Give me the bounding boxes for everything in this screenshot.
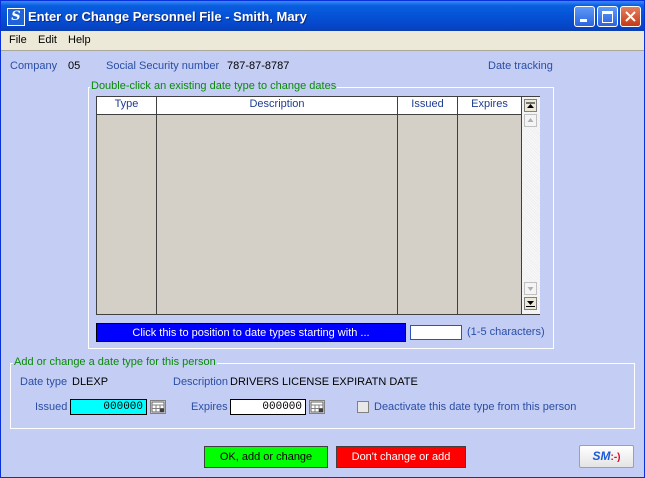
sm-logo-button[interactable]: SM:-) bbox=[579, 445, 634, 468]
description-value: DRIVERS LICENSE EXPIRATN DATE bbox=[230, 376, 418, 388]
col-header-issued[interactable]: Issued bbox=[398, 98, 457, 110]
scroll-up-icon bbox=[527, 118, 534, 122]
calendar-icon bbox=[151, 401, 165, 413]
expires-label: Expires bbox=[191, 401, 228, 413]
scroll-down-icon bbox=[527, 287, 534, 291]
maximize-button[interactable] bbox=[597, 6, 618, 27]
calendar-icon bbox=[310, 401, 324, 413]
menu-bar: File Edit Help bbox=[1, 31, 644, 51]
grid-scrollbar[interactable] bbox=[521, 97, 540, 314]
dont-change-button[interactable]: Don't change or add bbox=[336, 446, 466, 468]
menu-edit[interactable]: Edit bbox=[38, 34, 57, 46]
scroll-top-icon bbox=[526, 102, 535, 108]
menu-help[interactable]: Help bbox=[68, 34, 91, 46]
date-type-label: Date type bbox=[20, 376, 68, 388]
company-value: 05 bbox=[68, 60, 81, 72]
sm-smile-text: :-) bbox=[610, 452, 621, 463]
date-type-value: DLEXP bbox=[72, 376, 109, 388]
expires-date-field[interactable]: 000000 bbox=[230, 399, 306, 415]
menu-file[interactable]: File bbox=[9, 34, 27, 46]
issued-calendar-button[interactable] bbox=[150, 400, 166, 414]
col-header-type[interactable]: Type bbox=[97, 98, 156, 110]
scroll-top-button[interactable] bbox=[524, 99, 537, 112]
expires-calendar-button[interactable] bbox=[309, 400, 325, 414]
minimize-button[interactable] bbox=[574, 6, 595, 27]
date-types-grid[interactable]: Type Description Issued Expires bbox=[96, 96, 540, 315]
close-icon bbox=[625, 11, 636, 22]
position-search-button[interactable]: Click this to position to date types sta… bbox=[96, 323, 406, 342]
close-button[interactable] bbox=[620, 6, 641, 27]
col-header-expires[interactable]: Expires bbox=[458, 98, 521, 110]
title-bar[interactable]: S Enter or Change Personnel File - Smith… bbox=[1, 1, 644, 31]
col-divider bbox=[457, 97, 458, 314]
position-search-input[interactable] bbox=[410, 325, 462, 340]
description-label: Description bbox=[173, 376, 229, 388]
col-divider bbox=[397, 97, 398, 314]
edit-date-type-group-label: Add or change a date type for this perso… bbox=[13, 356, 217, 368]
scroll-down-button[interactable] bbox=[524, 282, 537, 295]
main-window: S Enter or Change Personnel File - Smith… bbox=[0, 0, 645, 478]
issued-date-field[interactable]: 000000 bbox=[70, 399, 147, 415]
ssn-label: Social Security number bbox=[106, 60, 220, 72]
deactivate-checkbox[interactable] bbox=[357, 401, 369, 413]
app-icon: S bbox=[7, 8, 25, 26]
scroll-up-button[interactable] bbox=[524, 114, 537, 127]
ssn-value: 787-87-8787 bbox=[227, 60, 290, 72]
company-label: Company bbox=[10, 60, 58, 72]
deactivate-label: Deactivate this date type from this pers… bbox=[374, 401, 577, 413]
ok-add-change-button[interactable]: OK, add or change bbox=[204, 446, 328, 468]
date-tracking-label: Date tracking bbox=[488, 60, 553, 72]
edit-date-type-group bbox=[10, 363, 635, 429]
col-divider bbox=[156, 97, 157, 314]
date-types-group-label: Double-click an existing date type to ch… bbox=[90, 80, 338, 92]
issued-label: Issued bbox=[35, 401, 68, 413]
position-search-hint: (1-5 characters) bbox=[467, 326, 545, 338]
sm-logo-text: SM bbox=[592, 449, 611, 463]
scroll-bottom-icon bbox=[526, 301, 535, 307]
col-header-description[interactable]: Description bbox=[157, 98, 397, 110]
scroll-bottom-button[interactable] bbox=[524, 297, 537, 310]
window-title: Enter or Change Personnel File - Smith, … bbox=[28, 9, 307, 24]
